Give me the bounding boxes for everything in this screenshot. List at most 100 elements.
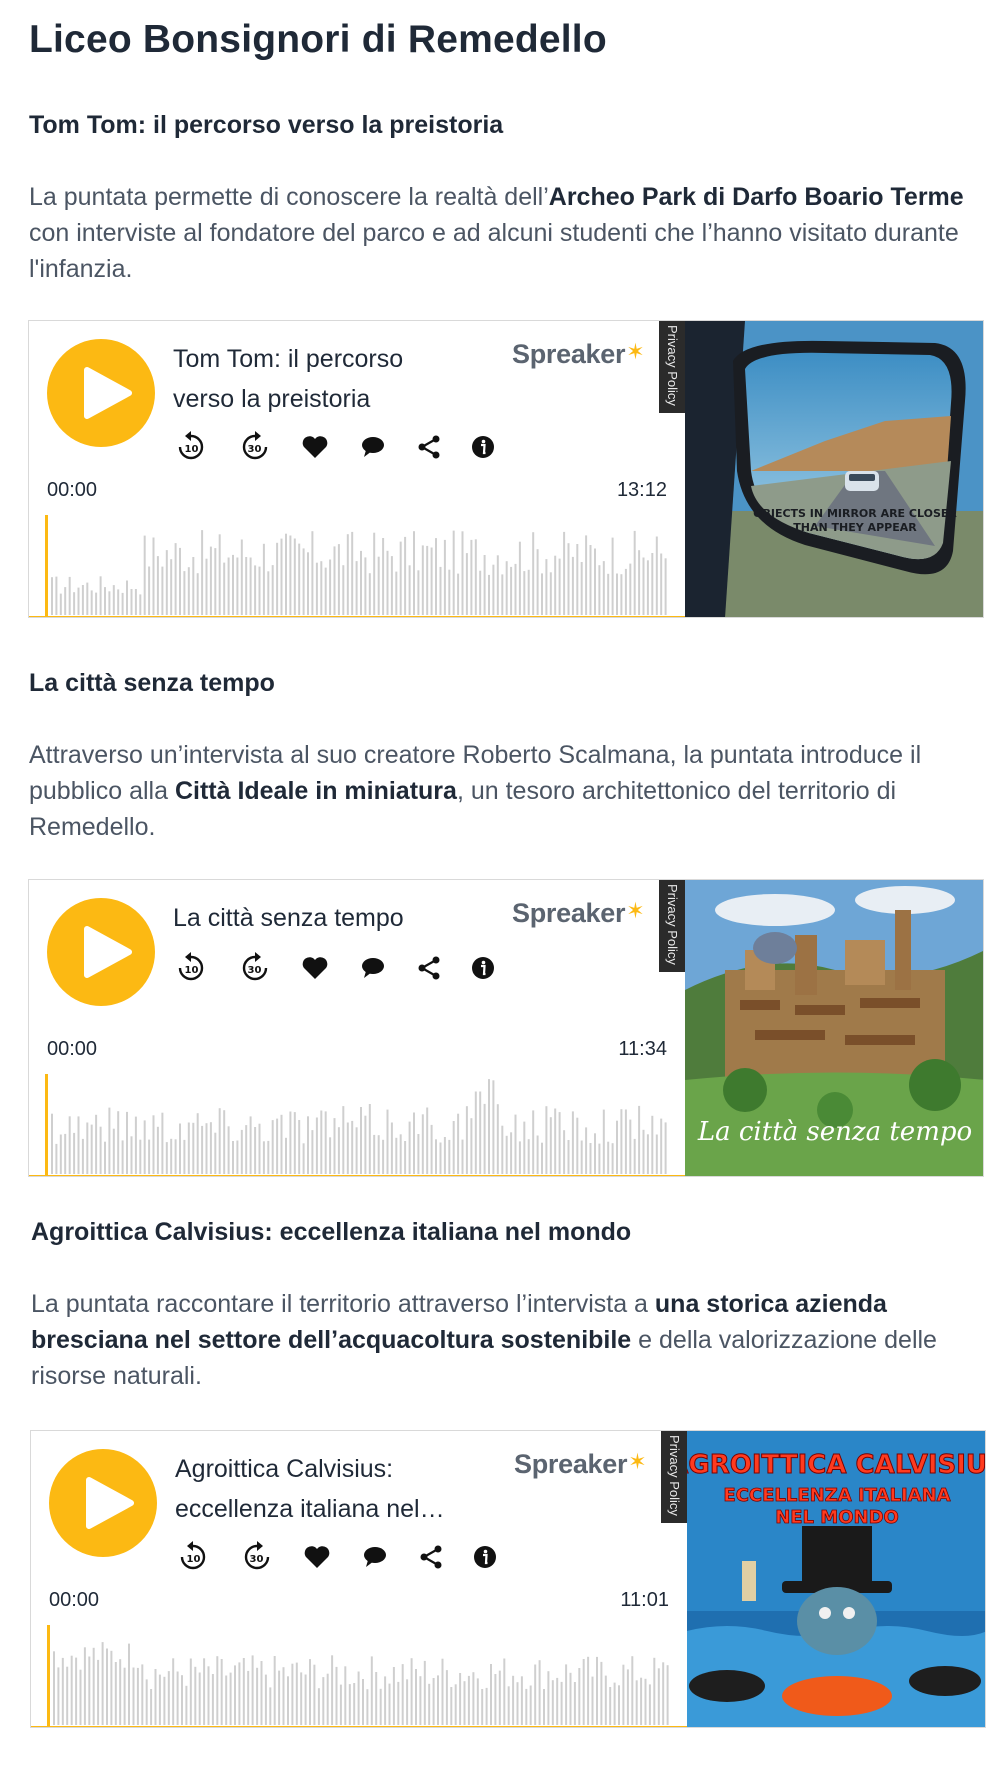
waveform-bar [362, 1679, 364, 1725]
waveform-bar [660, 553, 663, 615]
forward-30-icon[interactable]: 30 [237, 950, 273, 986]
waveform-bar [304, 1674, 307, 1725]
waveform-bar [450, 1687, 453, 1725]
waveform-bar [339, 1684, 342, 1725]
waveform-bar [379, 1688, 382, 1725]
comment-icon[interactable] [355, 429, 391, 465]
spreaker-logo-text: Spreaker [512, 898, 626, 928]
waveform-bar [474, 1091, 477, 1174]
waveform-bar [479, 1091, 482, 1174]
like-heart-icon[interactable] [297, 950, 333, 986]
waveform-bar [638, 1105, 641, 1174]
waveform-bar [86, 582, 89, 615]
waveform[interactable] [31, 1615, 687, 1728]
waveform-bar [249, 1116, 252, 1174]
like-heart-icon[interactable] [297, 429, 333, 465]
player-controls: 10 30 [175, 1539, 535, 1575]
spreaker-logo[interactable]: Spreaker✶ [514, 1449, 647, 1489]
comment-icon[interactable] [357, 1539, 393, 1575]
privacy-policy-link[interactable]: Privacy Policy [659, 880, 685, 972]
spreaker-logo[interactable]: Spreaker✶ [512, 898, 645, 938]
waveform-bar [441, 1658, 444, 1725]
forward-30-icon[interactable]: 30 [237, 429, 273, 465]
like-heart-icon[interactable] [299, 1539, 335, 1575]
spreaker-player: La città senza tempo Spreaker✶ Privacy P… [28, 879, 984, 1177]
waveform-bar [285, 1137, 287, 1174]
waveform-bar [68, 1116, 71, 1174]
waveform-bar [496, 555, 499, 615]
playhead[interactable] [45, 515, 48, 618]
waveform-bar [503, 1658, 506, 1725]
info-icon[interactable] [467, 1539, 503, 1575]
play-button[interactable] [47, 339, 155, 447]
waveform-bar [307, 1116, 309, 1174]
waveform-bar [461, 1139, 464, 1174]
forward-30-icon[interactable]: 30 [239, 1539, 275, 1575]
waveform-bar [355, 561, 358, 615]
waveform[interactable] [29, 1064, 685, 1177]
privacy-policy-link[interactable]: Privacy Policy [659, 321, 685, 413]
rewind-10-icon[interactable]: 10 [173, 429, 209, 465]
waveform-bar [551, 1680, 554, 1725]
waveform-bar [554, 555, 557, 615]
waveform-bar [631, 1656, 634, 1725]
waveform[interactable] [29, 505, 685, 618]
waveform-bar [192, 1122, 195, 1174]
waveform-bar [587, 1656, 590, 1725]
spreaker-logo[interactable]: Spreaker✶ [512, 339, 645, 379]
waveform-bar [260, 1661, 263, 1725]
waveform-bar [523, 1121, 526, 1174]
share-icon[interactable] [413, 1539, 449, 1575]
waveform-bar [404, 536, 407, 615]
playhead[interactable] [45, 1074, 48, 1177]
share-icon[interactable] [411, 429, 447, 465]
waveform-bar [490, 1664, 492, 1725]
waveform-bar [439, 566, 442, 615]
waveform-bar [167, 1671, 170, 1725]
waveform-bar [571, 1111, 574, 1174]
waveform-bar [346, 1122, 349, 1174]
waveform-bar [467, 1675, 470, 1725]
description-highlight: Archeo Park di Darfo Boario Terme [548, 183, 964, 211]
waveform-bar [236, 1140, 239, 1174]
time-duration: 11:34 [618, 1038, 667, 1060]
waveform-bar [483, 555, 486, 615]
waveform-bar [209, 546, 212, 615]
waveform-bar [620, 1109, 623, 1174]
waveform-bar [99, 1126, 102, 1174]
comment-icon[interactable] [355, 950, 391, 986]
waveform-bar [432, 1678, 435, 1725]
info-icon[interactable] [465, 429, 501, 465]
star-icon: ✶ [626, 339, 645, 364]
waveform-bar [510, 1132, 513, 1174]
waveform-bar [470, 1118, 473, 1174]
waveform-bar [395, 571, 398, 615]
waveform-bar [322, 1677, 325, 1725]
waveform-bar [158, 1674, 161, 1725]
waveform-bar [53, 1651, 55, 1725]
spreaker-logo-text: Spreaker [512, 339, 626, 369]
waveform-bar [373, 532, 376, 615]
waveform-bar [666, 1665, 669, 1725]
episode-description: Attraverso un’intervista al suo creatore… [29, 737, 989, 845]
waveform-bar [408, 1121, 411, 1174]
waveform-bar [532, 1110, 535, 1174]
waveform-bar [163, 1676, 166, 1725]
waveform-bar [214, 1132, 217, 1174]
play-button[interactable] [49, 1449, 157, 1557]
waveform-bar [152, 1115, 155, 1174]
waveform-bar [256, 1667, 259, 1725]
waveform-bar [496, 1104, 499, 1174]
rewind-10-icon[interactable]: 10 [175, 1539, 211, 1575]
waveform-bar [406, 1679, 409, 1725]
share-icon[interactable] [411, 950, 447, 986]
play-button[interactable] [47, 898, 155, 1006]
playhead[interactable] [47, 1625, 50, 1728]
waveform-bar [254, 1127, 257, 1174]
rewind-10-icon[interactable]: 10 [173, 950, 209, 986]
waveform-bar [70, 1655, 73, 1725]
info-icon[interactable] [465, 950, 501, 986]
waveform-bar [541, 1142, 543, 1174]
waveform-bar [83, 1647, 86, 1725]
privacy-policy-link[interactable]: Privacy Policy [661, 1431, 687, 1523]
